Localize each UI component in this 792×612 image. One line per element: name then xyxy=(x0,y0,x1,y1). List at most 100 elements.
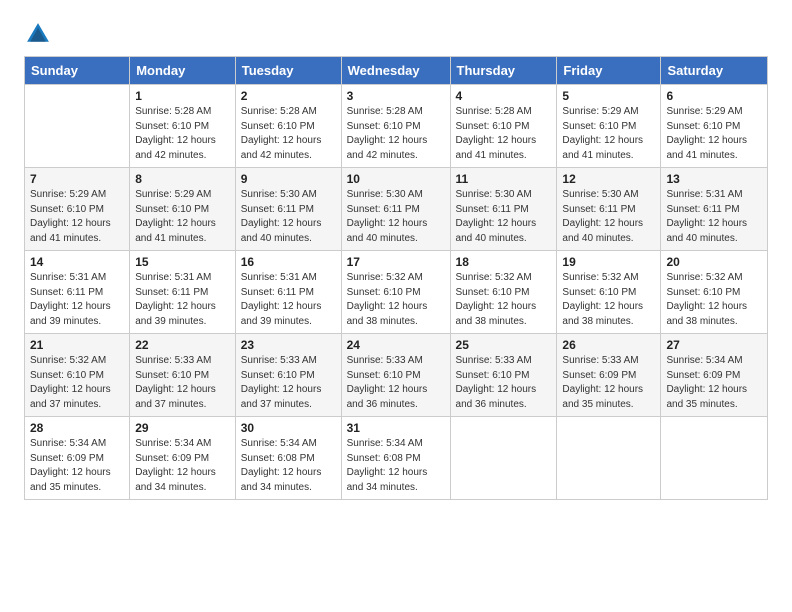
day-number: 4 xyxy=(456,89,552,103)
weekday-header-saturday: Saturday xyxy=(661,57,768,85)
day-number: 20 xyxy=(666,255,762,269)
sunset-text: Sunset: 6:09 PM xyxy=(666,370,740,381)
weekday-header-tuesday: Tuesday xyxy=(235,57,341,85)
calendar-cell: 25 Sunrise: 5:33 AM Sunset: 6:10 PM Dayl… xyxy=(450,334,557,417)
day-info: Sunrise: 5:34 AM Sunset: 6:08 PM Dayligh… xyxy=(241,437,336,495)
calendar-cell: 8 Sunrise: 5:29 AM Sunset: 6:10 PM Dayli… xyxy=(130,168,236,251)
calendar-cell: 21 Sunrise: 5:32 AM Sunset: 6:10 PM Dayl… xyxy=(25,334,130,417)
daylight-text: Daylight: 12 hours and 34 minutes. xyxy=(135,467,216,493)
day-number: 28 xyxy=(30,421,124,435)
daylight-text: Daylight: 12 hours and 41 minutes. xyxy=(456,135,537,161)
sunrise-text: Sunrise: 5:32 AM xyxy=(562,272,638,283)
calendar-cell: 13 Sunrise: 5:31 AM Sunset: 6:11 PM Dayl… xyxy=(661,168,768,251)
day-number: 2 xyxy=(241,89,336,103)
day-info: Sunrise: 5:32 AM Sunset: 6:10 PM Dayligh… xyxy=(456,271,552,329)
sunrise-text: Sunrise: 5:33 AM xyxy=(562,355,638,366)
day-number: 9 xyxy=(241,172,336,186)
calendar-cell: 15 Sunrise: 5:31 AM Sunset: 6:11 PM Dayl… xyxy=(130,251,236,334)
day-info: Sunrise: 5:31 AM Sunset: 6:11 PM Dayligh… xyxy=(30,271,124,329)
calendar-cell: 11 Sunrise: 5:30 AM Sunset: 6:11 PM Dayl… xyxy=(450,168,557,251)
sunrise-text: Sunrise: 5:28 AM xyxy=(135,106,211,117)
sunset-text: Sunset: 6:08 PM xyxy=(347,453,421,464)
sunset-text: Sunset: 6:10 PM xyxy=(347,121,421,132)
daylight-text: Daylight: 12 hours and 41 minutes. xyxy=(135,218,216,244)
calendar-cell: 22 Sunrise: 5:33 AM Sunset: 6:10 PM Dayl… xyxy=(130,334,236,417)
day-number: 6 xyxy=(666,89,762,103)
sunrise-text: Sunrise: 5:31 AM xyxy=(30,272,106,283)
weekday-header-monday: Monday xyxy=(130,57,236,85)
day-info: Sunrise: 5:34 AM Sunset: 6:09 PM Dayligh… xyxy=(135,437,230,495)
weekday-header-friday: Friday xyxy=(557,57,661,85)
sunrise-text: Sunrise: 5:34 AM xyxy=(347,438,423,449)
sunrise-text: Sunrise: 5:34 AM xyxy=(30,438,106,449)
day-info: Sunrise: 5:28 AM Sunset: 6:10 PM Dayligh… xyxy=(456,105,552,163)
daylight-text: Daylight: 12 hours and 42 minutes. xyxy=(347,135,428,161)
sunset-text: Sunset: 6:10 PM xyxy=(135,121,209,132)
sunrise-text: Sunrise: 5:33 AM xyxy=(347,355,423,366)
logo-icon xyxy=(24,20,52,48)
day-info: Sunrise: 5:31 AM Sunset: 6:11 PM Dayligh… xyxy=(135,271,230,329)
sunset-text: Sunset: 6:10 PM xyxy=(135,204,209,215)
calendar-cell: 30 Sunrise: 5:34 AM Sunset: 6:08 PM Dayl… xyxy=(235,417,341,500)
sunset-text: Sunset: 6:11 PM xyxy=(347,204,420,215)
day-number: 1 xyxy=(135,89,230,103)
sunset-text: Sunset: 6:11 PM xyxy=(30,287,103,298)
daylight-text: Daylight: 12 hours and 40 minutes. xyxy=(347,218,428,244)
sunrise-text: Sunrise: 5:29 AM xyxy=(666,106,742,117)
day-info: Sunrise: 5:32 AM Sunset: 6:10 PM Dayligh… xyxy=(347,271,445,329)
calendar-week-row: 1 Sunrise: 5:28 AM Sunset: 6:10 PM Dayli… xyxy=(25,85,768,168)
day-number: 25 xyxy=(456,338,552,352)
sunrise-text: Sunrise: 5:29 AM xyxy=(135,189,211,200)
daylight-text: Daylight: 12 hours and 39 minutes. xyxy=(135,301,216,327)
calendar-cell: 31 Sunrise: 5:34 AM Sunset: 6:08 PM Dayl… xyxy=(341,417,450,500)
day-info: Sunrise: 5:34 AM Sunset: 6:08 PM Dayligh… xyxy=(347,437,445,495)
daylight-text: Daylight: 12 hours and 41 minutes. xyxy=(666,135,747,161)
daylight-text: Daylight: 12 hours and 40 minutes. xyxy=(241,218,322,244)
day-number: 5 xyxy=(562,89,655,103)
day-number: 26 xyxy=(562,338,655,352)
calendar-cell: 9 Sunrise: 5:30 AM Sunset: 6:11 PM Dayli… xyxy=(235,168,341,251)
sunrise-text: Sunrise: 5:33 AM xyxy=(241,355,317,366)
daylight-text: Daylight: 12 hours and 34 minutes. xyxy=(347,467,428,493)
day-info: Sunrise: 5:29 AM Sunset: 6:10 PM Dayligh… xyxy=(562,105,655,163)
calendar-cell: 29 Sunrise: 5:34 AM Sunset: 6:09 PM Dayl… xyxy=(130,417,236,500)
sunrise-text: Sunrise: 5:31 AM xyxy=(666,189,742,200)
day-number: 12 xyxy=(562,172,655,186)
daylight-text: Daylight: 12 hours and 38 minutes. xyxy=(347,301,428,327)
sunset-text: Sunset: 6:10 PM xyxy=(666,287,740,298)
daylight-text: Daylight: 12 hours and 37 minutes. xyxy=(241,384,322,410)
daylight-text: Daylight: 12 hours and 34 minutes. xyxy=(241,467,322,493)
sunset-text: Sunset: 6:11 PM xyxy=(456,204,529,215)
day-info: Sunrise: 5:30 AM Sunset: 6:11 PM Dayligh… xyxy=(241,188,336,246)
calendar-cell xyxy=(661,417,768,500)
day-info: Sunrise: 5:33 AM Sunset: 6:09 PM Dayligh… xyxy=(562,354,655,412)
sunrise-text: Sunrise: 5:28 AM xyxy=(241,106,317,117)
sunrise-text: Sunrise: 5:28 AM xyxy=(347,106,423,117)
daylight-text: Daylight: 12 hours and 40 minutes. xyxy=(562,218,643,244)
day-number: 3 xyxy=(347,89,445,103)
calendar-cell: 18 Sunrise: 5:32 AM Sunset: 6:10 PM Dayl… xyxy=(450,251,557,334)
calendar-cell: 4 Sunrise: 5:28 AM Sunset: 6:10 PM Dayli… xyxy=(450,85,557,168)
sunset-text: Sunset: 6:09 PM xyxy=(562,370,636,381)
day-info: Sunrise: 5:33 AM Sunset: 6:10 PM Dayligh… xyxy=(135,354,230,412)
sunset-text: Sunset: 6:10 PM xyxy=(241,121,315,132)
sunrise-text: Sunrise: 5:30 AM xyxy=(456,189,532,200)
day-number: 17 xyxy=(347,255,445,269)
day-number: 22 xyxy=(135,338,230,352)
sunset-text: Sunset: 6:11 PM xyxy=(241,287,314,298)
day-info: Sunrise: 5:32 AM Sunset: 6:10 PM Dayligh… xyxy=(666,271,762,329)
sunrise-text: Sunrise: 5:32 AM xyxy=(347,272,423,283)
sunset-text: Sunset: 6:10 PM xyxy=(562,287,636,298)
sunrise-text: Sunrise: 5:30 AM xyxy=(241,189,317,200)
weekday-header-thursday: Thursday xyxy=(450,57,557,85)
calendar-cell: 1 Sunrise: 5:28 AM Sunset: 6:10 PM Dayli… xyxy=(130,85,236,168)
page-container: SundayMondayTuesdayWednesdayThursdayFrid… xyxy=(24,20,768,500)
calendar-cell: 16 Sunrise: 5:31 AM Sunset: 6:11 PM Dayl… xyxy=(235,251,341,334)
day-number: 8 xyxy=(135,172,230,186)
daylight-text: Daylight: 12 hours and 36 minutes. xyxy=(347,384,428,410)
sunset-text: Sunset: 6:10 PM xyxy=(456,370,530,381)
sunrise-text: Sunrise: 5:34 AM xyxy=(666,355,742,366)
calendar-cell: 12 Sunrise: 5:30 AM Sunset: 6:11 PM Dayl… xyxy=(557,168,661,251)
sunset-text: Sunset: 6:11 PM xyxy=(241,204,314,215)
calendar-cell: 20 Sunrise: 5:32 AM Sunset: 6:10 PM Dayl… xyxy=(661,251,768,334)
